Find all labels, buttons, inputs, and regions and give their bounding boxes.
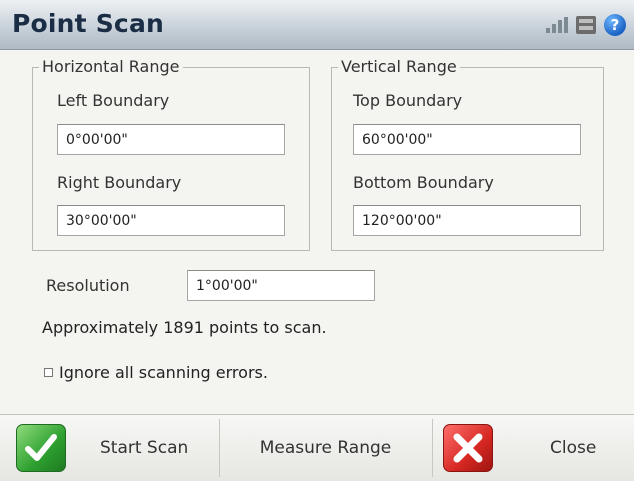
battery-icon[interactable] [576,16,596,34]
start-scan-label: Start Scan [100,438,189,458]
resolution-label: Resolution [46,276,130,295]
left-boundary-input[interactable] [57,124,285,155]
ignore-errors-checkbox[interactable] [44,368,53,377]
resolution-input[interactable] [187,270,375,301]
close-label: Close [550,438,597,458]
ignore-errors-option[interactable]: Ignore all scanning errors. [44,363,268,382]
top-boundary-label: Top Boundary [353,91,463,110]
start-scan-button[interactable]: Start Scan [0,415,218,481]
close-icon [443,424,493,472]
horizontal-range-legend: Horizontal Range [39,57,183,76]
vertical-range-legend: Vertical Range [338,57,460,76]
measure-range-label: Measure Range [259,438,392,458]
top-boundary-input[interactable] [353,124,581,155]
window-title: Point Scan [12,9,165,38]
right-boundary-label: Right Boundary [57,173,182,192]
checkmark-icon [16,424,66,472]
measure-range-button[interactable]: Measure Range [220,415,431,481]
right-boundary-input[interactable] [57,205,285,236]
ignore-errors-label: Ignore all scanning errors. [59,363,268,382]
bottom-boundary-input[interactable] [353,205,581,236]
bottom-boundary-label: Bottom Boundary [353,173,494,192]
help-icon[interactable]: ? [604,14,626,36]
satellite-signal-icon[interactable] [546,17,568,33]
footer-toolbar: Start Scan Measure Range Close [0,414,634,481]
left-boundary-label: Left Boundary [57,91,170,110]
title-bar: Point Scan ? [0,0,634,50]
points-estimate-text: Approximately 1891 points to scan. [42,318,327,337]
close-button[interactable]: Close [433,415,634,481]
title-bar-icons: ? [546,13,626,37]
